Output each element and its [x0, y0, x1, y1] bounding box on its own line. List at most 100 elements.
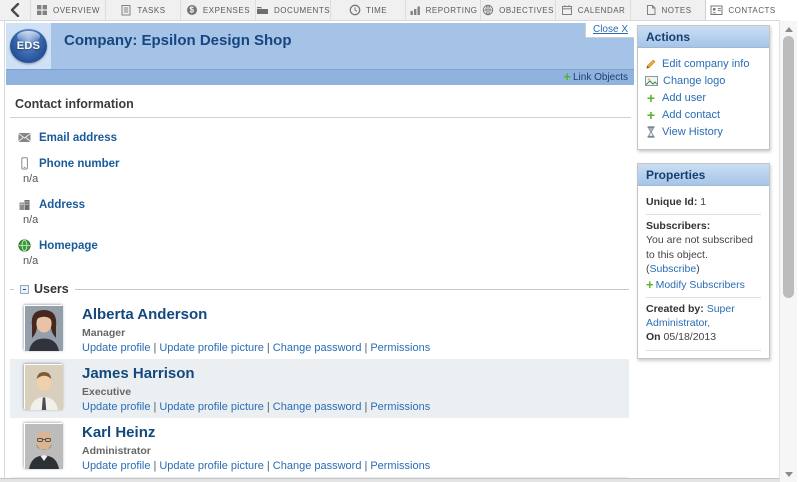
contact-info-heading: Contact information: [15, 97, 634, 111]
tab-label: DOCUMENTS: [274, 6, 330, 15]
subscribers-text: You are not subscribed to this object.: [646, 234, 753, 260]
scrollbar-thumb[interactable]: [783, 36, 794, 298]
company-logo-cell: EDS: [6, 23, 51, 69]
change-password-link[interactable]: Change password: [273, 460, 362, 472]
tab-documents[interactable]: DOCUMENTS: [255, 0, 330, 20]
actions-panel-title: Actions: [638, 26, 769, 48]
add-contact-button[interactable]: + Add contact: [645, 107, 763, 124]
app-window: OVERVIEW TASKS $ EXPENSES DOCUMENTS: [0, 0, 799, 482]
user-role: Executive: [82, 386, 629, 398]
edit-company-info-button[interactable]: Edit company info: [645, 56, 763, 73]
expenses-icon: $: [186, 4, 198, 16]
address-icon: [18, 198, 31, 211]
tab-contacts[interactable]: CONTACTS: [705, 0, 780, 20]
contacts-icon: [710, 4, 723, 16]
homepage-link[interactable]: Homepage: [18, 239, 634, 252]
update-profile-link[interactable]: Update profile: [82, 342, 151, 354]
pencil-icon: [645, 58, 657, 70]
subscribers-row: Subscribers: You are not subscribed to t…: [646, 215, 761, 298]
created-on-value: 05/18/2013: [664, 331, 717, 343]
contact-field-address: Address n/a: [18, 198, 634, 226]
link-objects-bar: +Link Objects: [6, 69, 634, 85]
reporting-icon: [409, 4, 421, 16]
tab-label: EXPENSES: [203, 6, 250, 15]
permissions-link[interactable]: Permissions: [370, 460, 430, 472]
link-objects-button[interactable]: +Link Objects: [563, 72, 628, 83]
sidebar: Actions Edit company info Change logo: [637, 25, 770, 372]
tab-reporting[interactable]: REPORTING: [405, 0, 480, 20]
close-button[interactable]: Close X: [585, 23, 634, 38]
scroll-up-button[interactable]: [780, 23, 798, 35]
user-name: Alberta Anderson: [82, 305, 629, 323]
phone-link[interactable]: Phone number: [18, 157, 634, 170]
unique-id-value: 1: [700, 196, 706, 208]
tab-expenses[interactable]: $ EXPENSES: [180, 0, 255, 20]
tab-label: TASKS: [137, 6, 165, 15]
created-by-row: Created by: Super Administrator, On 05/1…: [646, 298, 761, 351]
vertical-scrollbar[interactable]: [779, 21, 797, 482]
objectives-icon: [482, 4, 494, 16]
change-logo-button[interactable]: Change logo: [645, 73, 763, 90]
image-icon: [645, 75, 658, 87]
permissions-link[interactable]: Permissions: [370, 401, 430, 413]
hourglass-icon: [645, 126, 657, 138]
svg-text:$: $: [189, 6, 194, 15]
tab-calendar[interactable]: CALENDAR: [555, 0, 630, 20]
contact-field-phone: Phone number n/a: [18, 157, 634, 185]
plus-icon: +: [645, 93, 657, 103]
tasks-icon: [120, 4, 132, 16]
user-name: James Harrison: [82, 364, 629, 382]
plus-icon: +: [646, 277, 656, 292]
subscribe-link[interactable]: Subscribe: [650, 263, 697, 275]
tab-label: OVERVIEW: [53, 6, 100, 15]
tab-time[interactable]: TIME: [330, 0, 405, 20]
update-profile-link[interactable]: Update profile: [82, 460, 151, 472]
update-profile-picture-link[interactable]: Update profile picture: [159, 460, 264, 472]
update-profile-link[interactable]: Update profile: [82, 401, 151, 413]
time-icon: [349, 4, 361, 16]
tab-tasks[interactable]: TASKS: [105, 0, 180, 20]
address-value: n/a: [23, 214, 634, 226]
tab-label: OBJECTIVES: [499, 6, 554, 15]
change-password-link[interactable]: Change password: [273, 401, 362, 413]
back-icon: [10, 3, 20, 17]
user-links: Update profile|Update profile picture|Ch…: [82, 342, 629, 354]
arrow-down-icon: [785, 472, 793, 477]
users-legend: Users: [14, 282, 75, 296]
tab-label: CALENDAR: [578, 6, 626, 15]
user-links: Update profile|Update profile picture|Ch…: [82, 401, 629, 413]
arrow-up-icon: [785, 27, 793, 32]
address-link[interactable]: Address: [18, 198, 634, 211]
collapse-icon[interactable]: [20, 285, 29, 294]
tab-label: REPORTING: [426, 6, 478, 15]
notes-icon: [645, 4, 657, 16]
user-avatar: [24, 305, 62, 350]
section-divider: [10, 117, 631, 118]
company-header: EDS Company: Epsilon Design Shop Close X…: [6, 23, 634, 85]
user-links: Update profile|Update profile picture|Ch…: [82, 460, 629, 472]
main-content: EDS Company: Epsilon Design Shop Close X…: [4, 21, 634, 478]
permissions-link[interactable]: Permissions: [370, 342, 430, 354]
overview-icon: [36, 4, 48, 16]
documents-icon: [256, 4, 269, 16]
unique-id-row: Unique Id: 1: [646, 191, 761, 215]
modify-subscribers-button[interactable]: +Modify Subscribers: [646, 278, 761, 292]
phone-icon: [18, 157, 31, 170]
plus-icon: +: [563, 69, 573, 84]
update-profile-picture-link[interactable]: Update profile picture: [159, 342, 264, 354]
update-profile-picture-link[interactable]: Update profile picture: [159, 401, 264, 413]
tab-label: TIME: [366, 6, 387, 15]
tab-notes[interactable]: NOTES: [630, 0, 705, 20]
actions-panel: Actions Edit company info Change logo: [637, 25, 770, 150]
tab-overview[interactable]: OVERVIEW: [30, 0, 105, 20]
email-link[interactable]: Email address: [18, 131, 634, 144]
user-role: Administrator: [82, 445, 629, 457]
contact-field-homepage: Homepage n/a: [18, 239, 634, 267]
view-history-button[interactable]: View History: [645, 124, 763, 141]
add-user-button[interactable]: + Add user: [645, 90, 763, 107]
change-password-link[interactable]: Change password: [273, 342, 362, 354]
scroll-down-button[interactable]: [780, 468, 798, 480]
tab-objectives[interactable]: OBJECTIVES: [480, 0, 555, 20]
back-button[interactable]: [0, 0, 30, 20]
user-role: Manager: [82, 327, 629, 339]
